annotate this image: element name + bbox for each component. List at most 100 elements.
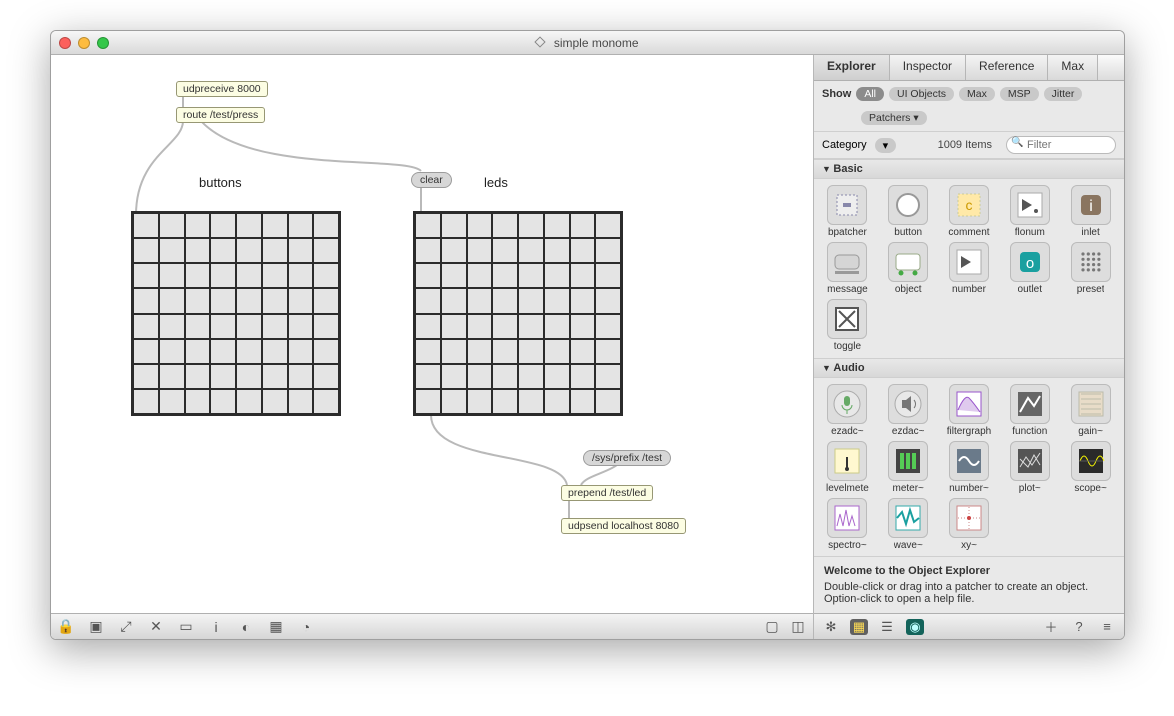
- palette-label: ezdac~: [892, 426, 925, 437]
- section-audio[interactable]: Audio: [814, 358, 1124, 378]
- palette-label: scope~: [1074, 483, 1107, 494]
- filter-patchers[interactable]: Patchers ▾: [861, 111, 927, 125]
- tab-max[interactable]: Max: [1048, 55, 1098, 80]
- plus-icon[interactable]: ＋: [1042, 619, 1060, 635]
- palette-item-number~[interactable]: number~: [940, 441, 999, 494]
- palette-item-wave~[interactable]: wave~: [879, 498, 938, 551]
- filter-msp[interactable]: MSP: [1000, 87, 1039, 101]
- levelmete-icon: [827, 441, 867, 481]
- palette-item-inlet[interactable]: i inlet: [1061, 185, 1120, 238]
- grid-view-icon[interactable]: ▦: [850, 619, 868, 635]
- toggle-icon: [827, 299, 867, 339]
- grid-icon[interactable]: ▦: [267, 618, 285, 636]
- palette-item-ezdac~[interactable]: ezdac~: [879, 384, 938, 437]
- palette-item-meter~[interactable]: meter~: [879, 441, 938, 494]
- svg-text:o: o: [1026, 255, 1034, 272]
- function-icon: [1010, 384, 1050, 424]
- view-single-icon[interactable]: ▢: [763, 618, 781, 636]
- palette-item-toggle[interactable]: toggle: [818, 299, 877, 352]
- info-icon[interactable]: i: [207, 618, 225, 636]
- matrix-buttons[interactable]: [131, 211, 341, 416]
- help-icon[interactable]: ?: [1070, 619, 1088, 635]
- palette-label: ezadc~: [831, 426, 864, 437]
- welcome-panel: Welcome to the Object Explorer Double-cl…: [814, 556, 1124, 613]
- section-basic[interactable]: Basic: [814, 159, 1124, 179]
- palette-item-xy~[interactable]: xy~: [940, 498, 999, 551]
- object-prepend[interactable]: prepend /test/led: [561, 485, 653, 501]
- palette-item-levelmete[interactable]: levelmete: [818, 441, 877, 494]
- gear-icon[interactable]: ✻: [822, 619, 840, 635]
- palette-label: toggle: [834, 341, 861, 352]
- palette-item-button[interactable]: button: [879, 185, 938, 238]
- palette-item-plot~[interactable]: plot~: [1000, 441, 1059, 494]
- obj-icon[interactable]: ◔: [297, 618, 315, 636]
- category-dropdown[interactable]: ▾: [875, 138, 897, 153]
- traffic-lights: [59, 37, 109, 49]
- lock-icon[interactable]: 🔒: [57, 618, 75, 636]
- palette-label: meter~: [892, 483, 923, 494]
- object-icon: [888, 242, 928, 282]
- palette-label: comment: [948, 227, 989, 238]
- window-title-text: simple monome: [554, 36, 639, 50]
- palette-item-ezadc~[interactable]: ezadc~: [818, 384, 877, 437]
- palette-item-spectro~[interactable]: spectro~: [818, 498, 877, 551]
- object-udpsend[interactable]: udpsend localhost 8080: [561, 518, 686, 534]
- palette-item-comment[interactable]: c comment: [940, 185, 999, 238]
- palette-item-flonum[interactable]: flonum: [1000, 185, 1059, 238]
- palette-audio: ezadc~ ezdac~ filtergraph function gain~…: [814, 378, 1124, 556]
- dirty-indicator-icon: [535, 36, 546, 47]
- patcher-canvas[interactable]: udpreceive 8000 route /test/press button…: [51, 55, 813, 639]
- palette-item-bpatcher[interactable]: bpatcher: [818, 185, 877, 238]
- eye-icon[interactable]: ◉: [906, 619, 924, 635]
- welcome-line1: Double-click or drag into a patcher to c…: [824, 581, 1088, 593]
- palette-scroll[interactable]: Basic bpatcher button c comment flonum i i…: [814, 159, 1124, 556]
- lines-icon[interactable]: ≡: [1098, 619, 1116, 635]
- palette-item-preset[interactable]: preset: [1061, 242, 1120, 295]
- palette-label: flonum: [1015, 227, 1045, 238]
- palette-label: button: [894, 227, 922, 238]
- x-icon[interactable]: ✕: [147, 618, 165, 636]
- message-clear[interactable]: clear: [411, 172, 452, 188]
- palette-item-filtergraph[interactable]: filtergraph: [940, 384, 999, 437]
- search-input[interactable]: [1006, 136, 1116, 154]
- palette-item-function[interactable]: function: [1000, 384, 1059, 437]
- split-icon[interactable]: ▣: [87, 618, 105, 636]
- zoom-icon-tb[interactable]: ⤢: [117, 618, 135, 636]
- view-dual-icon[interactable]: ◫: [789, 618, 807, 636]
- object-route[interactable]: route /test/press: [176, 107, 265, 123]
- palette-label: spectro~: [828, 540, 867, 551]
- close-icon[interactable]: [59, 37, 71, 49]
- number~-icon: [949, 441, 989, 481]
- flonum-icon: [1010, 185, 1050, 225]
- palette-label: number: [952, 284, 986, 295]
- message-icon: [827, 242, 867, 282]
- filter-all[interactable]: All: [856, 87, 884, 101]
- palette-label: bpatcher: [828, 227, 867, 238]
- list-view-icon[interactable]: ☰: [878, 619, 896, 635]
- palette-basic: bpatcher button c comment flonum i inlet m…: [814, 179, 1124, 358]
- matrix-leds[interactable]: [413, 211, 623, 416]
- filter-row: Show All UI Objects Max MSP Jitter Patch…: [814, 81, 1124, 132]
- filter-jitter[interactable]: Jitter: [1044, 87, 1083, 101]
- tab-inspector[interactable]: Inspector: [890, 55, 966, 80]
- object-udpreceive[interactable]: udpreceive 8000: [176, 81, 268, 97]
- monitor-icon[interactable]: ▭: [177, 618, 195, 636]
- titlebar[interactable]: simple monome: [51, 31, 1124, 55]
- palette-item-gain~[interactable]: gain~: [1061, 384, 1120, 437]
- outlet-icon: o: [1010, 242, 1050, 282]
- palette-item-scope~[interactable]: scope~: [1061, 441, 1120, 494]
- palette-item-number[interactable]: number: [940, 242, 999, 295]
- filter-max[interactable]: Max: [959, 87, 995, 101]
- tab-explorer[interactable]: Explorer: [814, 55, 890, 80]
- palette-item-outlet[interactable]: o outlet: [1000, 242, 1059, 295]
- palette-item-object[interactable]: object: [879, 242, 938, 295]
- minimize-icon[interactable]: [78, 37, 90, 49]
- tab-reference[interactable]: Reference: [966, 55, 1048, 80]
- filter-uiobjects[interactable]: UI Objects: [889, 87, 954, 101]
- palette-item-message[interactable]: message: [818, 242, 877, 295]
- message-sysprefix[interactable]: /sys/prefix /test: [583, 450, 671, 466]
- palette-label: object: [895, 284, 922, 295]
- zoom-icon[interactable]: [97, 37, 109, 49]
- category-label: Category: [822, 139, 867, 151]
- dsp-icon[interactable]: ◐: [237, 618, 255, 636]
